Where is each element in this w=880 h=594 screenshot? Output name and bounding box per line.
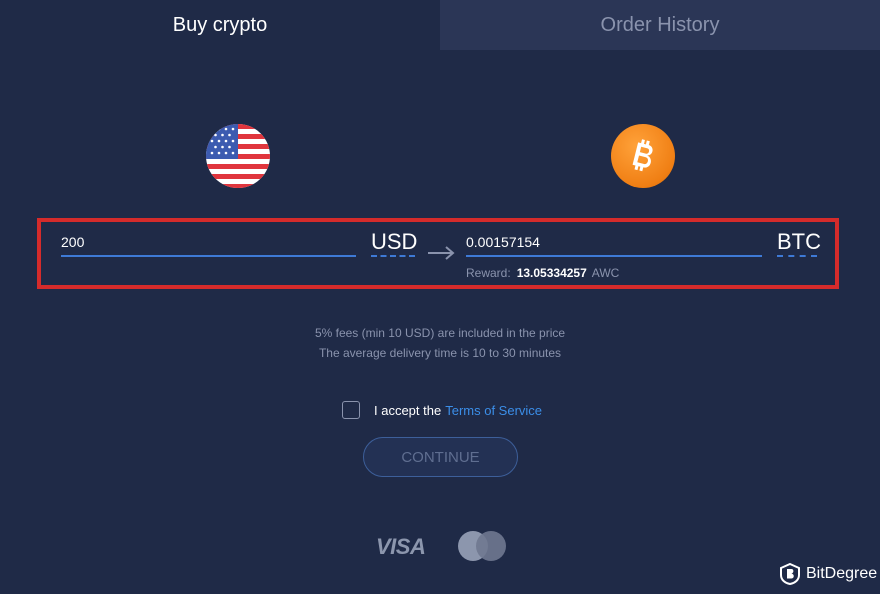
- us-flag-icon: [206, 124, 270, 188]
- terms-checkbox[interactable]: [342, 401, 360, 419]
- reward-label: Reward:: [466, 266, 511, 280]
- bitdegree-text: BitDegree: [806, 565, 878, 582]
- reward-info: Reward: 13.05334257 AWC: [466, 266, 619, 280]
- send-amount-underline: [61, 255, 356, 257]
- reward-value: 13.05334257: [516, 266, 587, 280]
- receive-currency-underline: [777, 255, 817, 257]
- receive-amount-underline: [466, 255, 762, 257]
- bitcoin-icon: [611, 124, 675, 188]
- terms-row: I accept the Terms of Service: [342, 401, 542, 419]
- delivery-info-text: The average delivery time is 10 to 30 mi…: [318, 346, 562, 360]
- send-currency-selector[interactable]: USD: [371, 229, 417, 255]
- terms-of-service-link[interactable]: Terms of Service: [445, 403, 542, 418]
- bitdegree-logo: [780, 563, 800, 585]
- tab-order-history[interactable]: Order History: [440, 0, 880, 50]
- mastercard-circle-right: [476, 531, 506, 561]
- mastercard-logo: [458, 531, 508, 563]
- continue-button[interactable]: CONTINUE: [363, 437, 518, 477]
- visa-logo: VISA: [376, 534, 426, 559]
- bitdegree-watermark: BitDegree: [780, 563, 877, 585]
- send-amount-input[interactable]: [61, 232, 351, 252]
- tab-bar: Buy crypto Order History: [0, 0, 880, 50]
- arrow-right-icon: [428, 246, 455, 260]
- terms-label: I accept the: [374, 402, 442, 418]
- receive-amount-input[interactable]: [466, 232, 756, 252]
- fees-info-text: 5% fees (min 10 USD) are included in the…: [314, 326, 566, 340]
- tab-buy-crypto[interactable]: Buy crypto: [0, 0, 440, 50]
- reward-unit: AWC: [591, 266, 620, 280]
- send-currency-underline: [371, 255, 415, 257]
- receive-currency-selector[interactable]: BTC: [777, 229, 821, 255]
